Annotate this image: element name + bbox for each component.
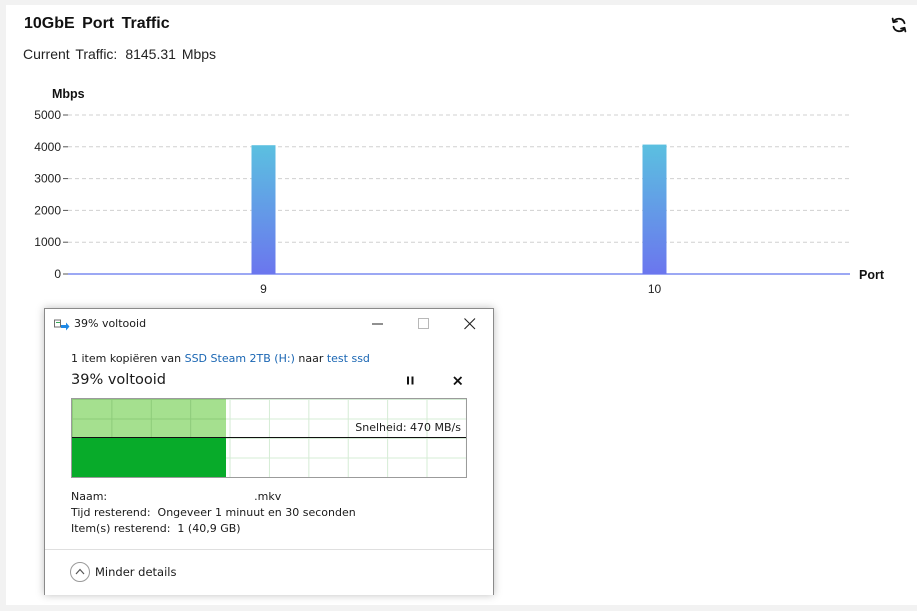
copy-details: Naam: .mkv Tijd resterend: Ongeveer 1 min… — [71, 489, 356, 537]
items-value: 1 (40,9 GB) — [177, 522, 241, 535]
detail-items: Item(s) resterend: 1 (40,9 GB) — [71, 521, 356, 537]
copy-description: 1 item kopiëren van SSD Steam 2TB (H:) n… — [71, 352, 370, 365]
speed-label: Snelheid: 470 MB/s — [355, 421, 461, 434]
throughput-fill — [72, 438, 226, 477]
y-tick-label: 4000 — [34, 140, 61, 154]
copy-arrow-icon — [54, 317, 70, 331]
copy-mid: naar — [294, 352, 327, 365]
detail-name: Naam: .mkv — [71, 489, 356, 505]
traffic-chart: 0 1000 2000 3000 4000 5000 Mbps Port 9 10 — [34, 87, 885, 296]
progress-status: 39% voltooid — [71, 372, 166, 388]
detail-time: Tijd resterend: Ongeveer 1 minuut en 30 … — [71, 505, 356, 521]
time-value: Ongeveer 1 minuut en 30 seconden — [157, 506, 356, 519]
cancel-button[interactable] — [450, 373, 466, 389]
y-tick-label: 3000 — [34, 172, 61, 186]
name-label: Naam: — [71, 490, 108, 503]
cancel-icon — [453, 376, 463, 386]
y-axis-label: Mbps — [52, 87, 85, 101]
y-tick-label: 0 — [54, 267, 61, 281]
y-tick-label: 1000 — [34, 235, 61, 249]
maximize-button[interactable] — [401, 309, 447, 339]
close-icon — [464, 318, 476, 330]
x-tick-label: 9 — [260, 282, 267, 296]
pause-icon — [407, 376, 414, 385]
y-tick-label: 5000 — [34, 108, 61, 122]
items-label: Item(s) resterend: — [71, 522, 171, 535]
source-link[interactable]: SSD Steam 2TB (H:) — [185, 352, 295, 365]
bar — [251, 145, 276, 274]
bar — [642, 144, 667, 274]
x-tick-label: 10 — [648, 282, 662, 296]
y-tick-label: 2000 — [34, 203, 61, 217]
minimize-button[interactable] — [355, 309, 401, 339]
minimize-icon — [372, 323, 383, 325]
x-axis-label: Port — [859, 268, 885, 282]
pause-button[interactable] — [403, 373, 419, 389]
dialog-footer: Minder details — [45, 549, 493, 595]
speed-graph: Snelheid: 470 MB/s — [71, 398, 467, 478]
destination-link[interactable]: test ssd — [327, 352, 370, 365]
dialog-titlebar[interactable]: 39% voltooid — [45, 309, 493, 339]
time-label: Tijd resterend: — [71, 506, 151, 519]
copy-prefix: 1 item kopiëren van — [71, 352, 185, 365]
maximize-icon — [418, 318, 429, 329]
close-button[interactable] — [447, 309, 493, 339]
less-details-label: Minder details — [95, 565, 177, 579]
dialog-title: 39% voltooid — [74, 317, 147, 330]
speed-line — [72, 437, 466, 438]
copy-progress-dialog: 39% voltooid 1 item kopiëren van SSD Ste… — [44, 308, 494, 595]
chevron-up-icon — [70, 562, 90, 582]
name-value: .mkv — [254, 490, 282, 503]
